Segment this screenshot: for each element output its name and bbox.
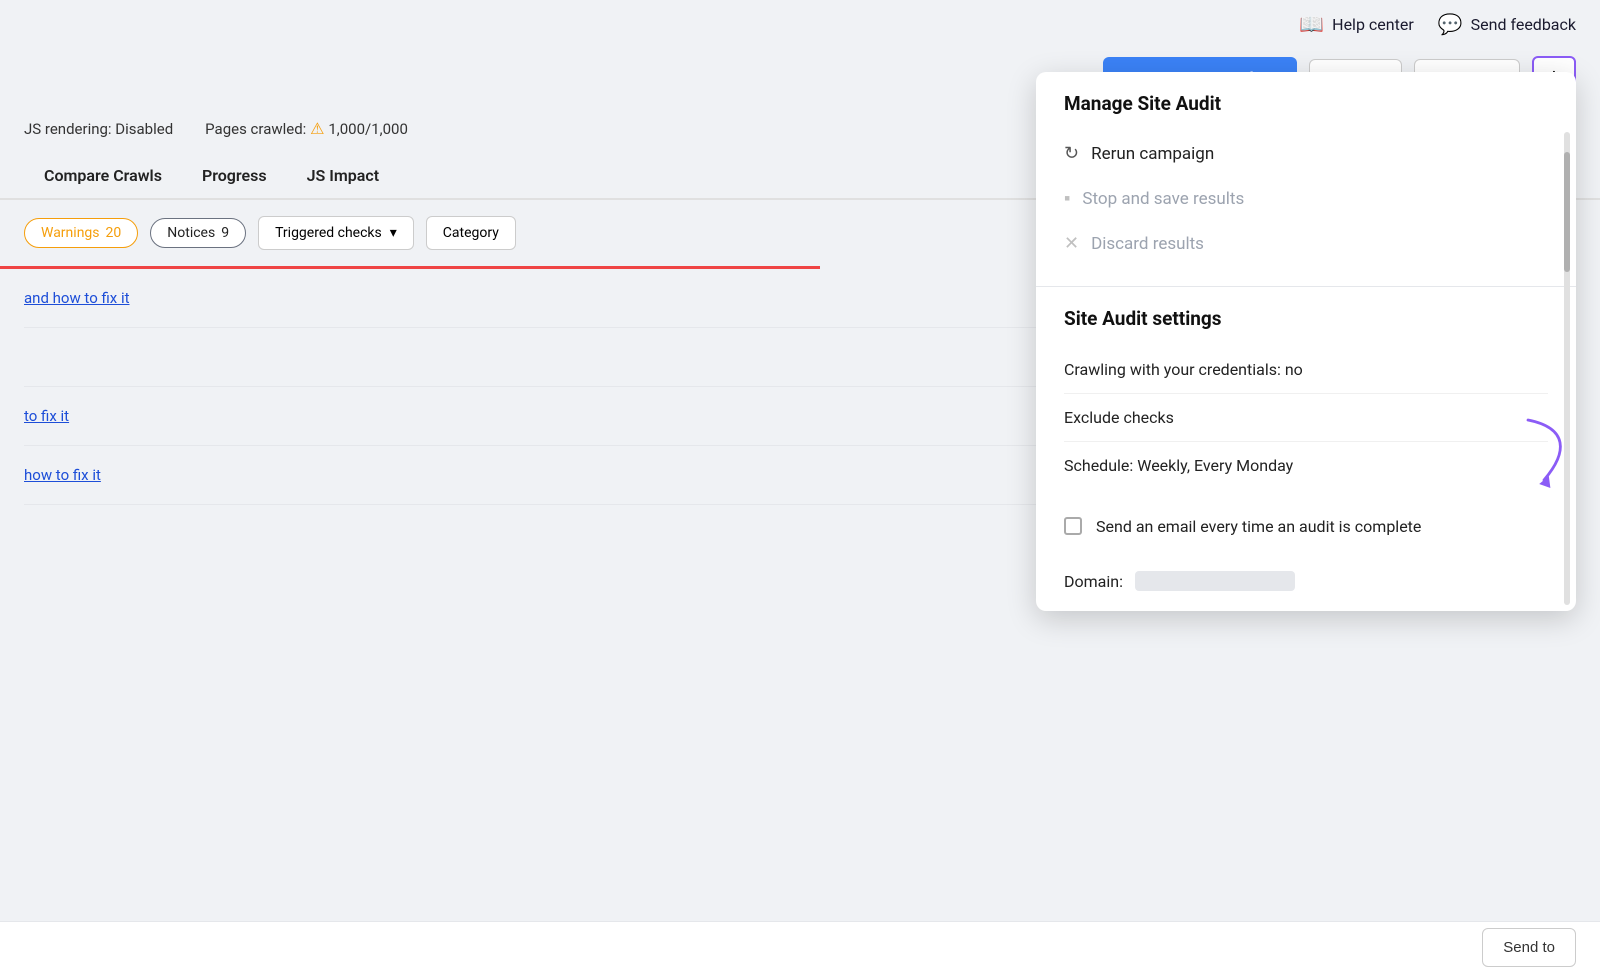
send-to-label: Send to [1503,939,1555,956]
dropdown-chevron-icon: ▾ [390,225,397,241]
panel-stop-label: Stop and save results [1082,189,1244,209]
notices-count: 9 [221,225,229,241]
rerun-panel-icon: ↻ [1064,143,1079,164]
category-dropdown[interactable]: Category [426,216,516,250]
email-checkbox[interactable] [1064,517,1082,535]
domain-label: Domain: [1064,572,1123,591]
schedule-info: Schedule: Weekly, Every Monday [1064,442,1548,489]
category-label: Category [443,225,499,241]
discard-icon: ✕ [1064,233,1079,254]
settings-section: Site Audit settings Crawling with your c… [1036,287,1576,497]
panel-scrollbar-thumb [1564,152,1570,272]
js-rendering-label: JS rendering: Disabled [24,120,173,138]
settings-title: Site Audit settings [1064,307,1548,330]
notices-filter[interactable]: Notices 9 [150,218,246,248]
pages-count: 1,000/1,000 [328,120,408,138]
tab-compare-crawls[interactable]: Compare Crawls [24,156,182,198]
pages-crawled-label: Pages crawled: [205,120,306,138]
triggered-label: Triggered checks [275,225,382,241]
stop-icon: ▪ [1064,188,1070,209]
panel-rerun-item[interactable]: ↻ Rerun campaign [1064,131,1548,176]
bottom-bar: Send to [0,921,1600,973]
panel-discard-item: ✕ Discard results [1064,221,1548,266]
tab-js-impact[interactable]: JS Impact [287,156,399,198]
domain-value-blurred [1135,571,1295,591]
panel-rerun-label: Rerun campaign [1091,144,1214,164]
exclude-label: Exclude checks [1064,408,1174,427]
email-label: Send an email every time an audit is com… [1096,515,1421,539]
panel-stop-item: ▪ Stop and save results [1064,176,1548,221]
triggered-checks-dropdown[interactable]: Triggered checks ▾ [258,216,414,250]
list-item-text-4[interactable]: how to fix it [24,466,101,484]
tab-progress[interactable]: Progress [182,156,287,198]
help-center-link[interactable]: 📖 Help center [1299,12,1413,36]
feedback-icon: 💬 [1438,12,1463,36]
warnings-count: 20 [106,225,122,241]
send-feedback-label: Send feedback [1471,15,1576,34]
pages-crawled-section: Pages crawled: ⚠ 1,000/1,000 [205,119,408,138]
email-checkbox-row: Send an email every time an audit is com… [1036,497,1576,557]
crawling-label: Crawling with your credentials: no [1064,360,1303,379]
exclude-info[interactable]: Exclude checks [1064,394,1548,442]
panel-discard-label: Discard results [1091,234,1204,254]
list-item-text-3[interactable]: to fix it [24,407,69,425]
warnings-filter[interactable]: Warnings 20 [24,218,138,248]
help-center-icon: 📖 [1299,12,1324,36]
warning-icon: ⚠ [310,119,328,138]
crawling-info: Crawling with your credentials: no [1064,346,1548,394]
help-center-label: Help center [1332,15,1414,34]
domain-row: Domain: [1036,557,1576,611]
send-to-button[interactable]: Send to [1482,928,1576,967]
notices-label: Notices [167,225,215,241]
warnings-label: Warnings [41,225,100,241]
top-bar: 📖 Help center 💬 Send feedback [0,0,1600,48]
panel-scrollbar[interactable] [1564,132,1570,605]
manage-title: Manage Site Audit [1064,92,1548,115]
manage-site-audit-panel: Manage Site Audit ↻ Rerun campaign ▪ Sto… [1036,72,1576,611]
list-item-text-1[interactable]: and how to fix it [24,289,130,307]
send-feedback-link[interactable]: 💬 Send feedback [1438,12,1576,36]
schedule-label: Schedule: Weekly, Every Monday [1064,456,1293,475]
manage-section: Manage Site Audit ↻ Rerun campaign ▪ Sto… [1036,72,1576,286]
